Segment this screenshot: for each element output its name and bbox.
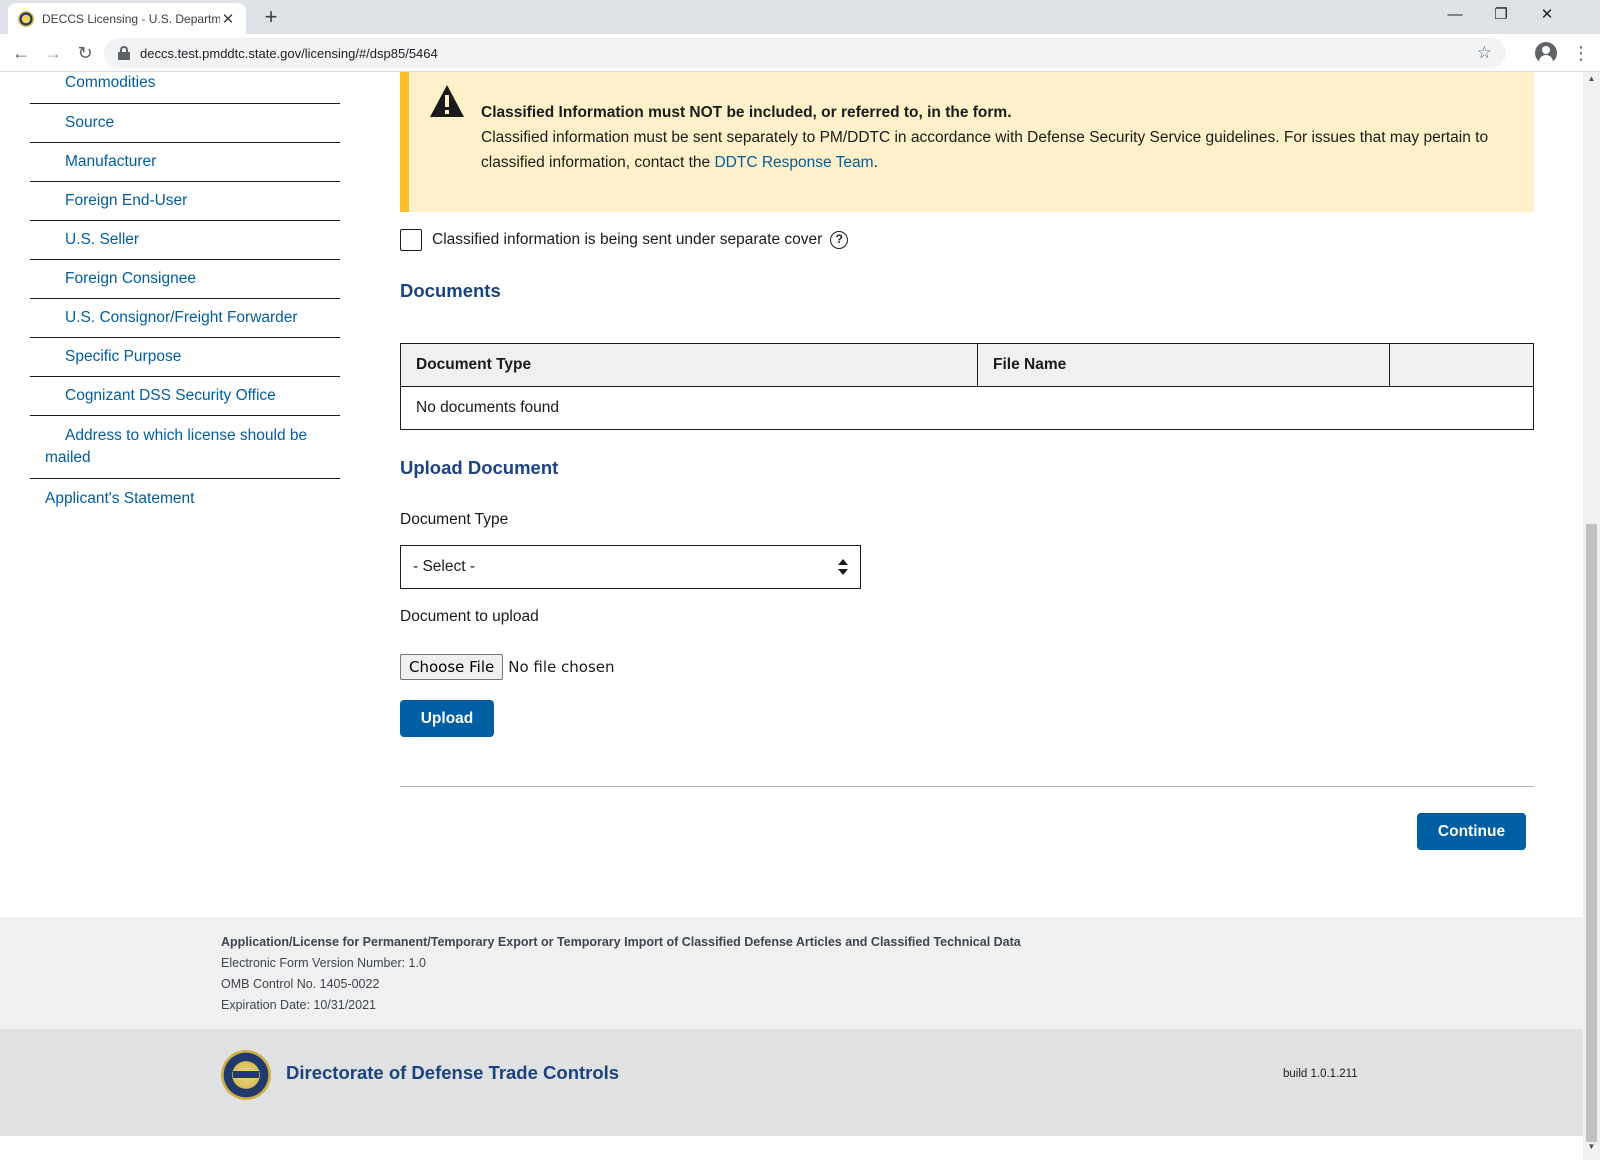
sidebar-item-commodities[interactable]: Commodities <box>30 72 340 104</box>
column-header-file-name: File Name <box>977 343 1390 387</box>
classified-cover-label[interactable]: Classified information is being sent und… <box>432 231 822 249</box>
sidebar-item-cognizant-dss[interactable]: Cognizant DSS Security Office <box>30 377 340 416</box>
document-type-select[interactable]: - Select - <box>400 545 861 589</box>
column-header-actions <box>1389 343 1534 387</box>
select-up-down-icon <box>838 559 848 575</box>
classified-warning-alert: Classified Information must NOT be inclu… <box>400 72 1534 212</box>
address-bar[interactable]: deccs.test.pmddtc.state.gov/licensing/#/… <box>104 38 1506 68</box>
sidebar-item-foreign-consignee[interactable]: Foreign Consignee <box>30 260 340 299</box>
page-scrollbar[interactable]: ▲ ▼ <box>1583 72 1600 1160</box>
table-header-row: Document Type File Name <box>400 343 1534 387</box>
classified-cover-checkbox[interactable] <box>400 229 422 251</box>
file-input[interactable]: Choose File No file chosen <box>400 654 615 680</box>
sidebar-item-us-consignor[interactable]: U.S. Consignor/Freight Forwarder <box>30 299 340 338</box>
sidebar-item-foreign-end-user[interactable]: Foreign End-User <box>30 182 340 221</box>
ddtc-response-team-link[interactable]: DDTC Response Team <box>714 154 873 171</box>
form-title: Application/License for Permanent/Tempor… <box>221 935 1021 949</box>
document-type-label: Document Type <box>400 511 509 528</box>
new-tab-button[interactable]: + <box>258 4 284 30</box>
ddtc-seal-logo <box>221 1050 271 1100</box>
form-info-text: Application/License for Permanent/Tempor… <box>221 932 1021 1016</box>
upload-button[interactable]: Upload <box>400 700 494 737</box>
alert-body-text: Classified information must be sent sepa… <box>481 129 1489 171</box>
reload-icon[interactable]: ↻ <box>72 40 98 66</box>
form-version: Electronic Form Version Number: 1.0 <box>221 956 426 970</box>
alert-message: Classified information must be sent sepa… <box>481 125 1521 175</box>
form-info-footer: Application/License for Permanent/Tempor… <box>0 917 1583 1029</box>
documents-heading: Documents <box>400 280 501 301</box>
url-text[interactable]: deccs.test.pmddtc.state.gov/licensing/#/… <box>140 46 1477 61</box>
window-restore-button[interactable]: ❐ <box>1478 0 1524 30</box>
sidebar-item-us-seller[interactable]: U.S. Seller <box>30 221 340 260</box>
bookmark-star-icon[interactable]: ☆ <box>1477 43 1492 63</box>
expiration-date: Expiration Date: 10/31/2021 <box>221 998 376 1012</box>
agency-name: Directorate of Defense Trade Controls <box>286 1062 620 1083</box>
scroll-up-arrow-icon[interactable]: ▲ <box>1583 74 1600 88</box>
alert-heading: Classified Information must NOT be inclu… <box>481 104 1012 121</box>
browser-toolbar: ← → ↻ deccs.test.pmddtc.state.gov/licens… <box>0 34 1600 72</box>
window-minimize-button[interactable]: — <box>1432 0 1478 30</box>
table-row: No documents found <box>400 386 1534 430</box>
classified-cover-row: Classified information is being sent und… <box>400 228 849 252</box>
continue-button[interactable]: Continue <box>1417 813 1526 850</box>
file-status-text: No file chosen <box>508 658 615 676</box>
window-close-button[interactable]: ✕ <box>1524 0 1570 30</box>
section-divider <box>400 786 1534 787</box>
help-icon[interactable]: ? <box>830 231 849 249</box>
scroll-down-arrow-icon[interactable]: ▼ <box>1583 1142 1600 1156</box>
choose-file-button[interactable]: Choose File <box>400 654 504 680</box>
sidebar-item-specific-purpose[interactable]: Specific Purpose <box>30 338 340 377</box>
omb-control-number: OMB Control No. 1405-0022 <box>221 977 380 991</box>
tab-close-icon[interactable]: ✕ <box>220 10 236 28</box>
tab-title: DECCS Licensing - U.S. Department <box>42 11 220 26</box>
seal-band <box>233 1070 259 1079</box>
agency-footer: Directorate of Defense Trade Controls bu… <box>0 1029 1583 1136</box>
ddtc-seal-favicon-icon <box>18 10 34 27</box>
sidebar-item-manufacturer[interactable]: Manufacturer <box>30 143 340 182</box>
browser-tab[interactable]: DECCS Licensing - U.S. Department ✕ <box>8 3 246 34</box>
browser-tab-strip: DECCS Licensing - U.S. Department ✕ + — … <box>0 0 1600 34</box>
empty-table-message: No documents found <box>400 386 1534 430</box>
back-arrow-icon[interactable]: ← <box>8 40 34 66</box>
document-type-selected-value: - Select - <box>413 558 476 575</box>
build-version: build 1.0.1.211 <box>1283 1068 1358 1080</box>
warning-triangle-icon <box>430 85 464 117</box>
profile-avatar-icon[interactable] <box>1535 42 1557 64</box>
sidebar-item-source[interactable]: Source <box>30 104 340 143</box>
browser-menu-icon[interactable]: ⋮ <box>1572 40 1590 66</box>
sidebar-item-mailing-address[interactable]: Address to which license should be maile… <box>30 416 340 479</box>
sidebar-item-applicants-statement[interactable]: Applicant's Statement <box>30 479 340 519</box>
scrollbar-thumb[interactable] <box>1586 524 1597 1142</box>
alert-text: Classified Information must NOT be inclu… <box>481 100 1521 175</box>
page-viewport: Commodities Source Manufacturer Foreign … <box>0 72 1583 1160</box>
side-navigation: Commodities Source Manufacturer Foreign … <box>30 72 340 519</box>
forward-arrow-icon[interactable]: → <box>40 40 66 66</box>
alert-tail: . <box>873 154 878 171</box>
documents-table: Document Type File Name No documents fou… <box>400 343 1534 430</box>
upload-document-heading: Upload Document <box>400 457 559 478</box>
document-to-upload-label: Document to upload <box>400 608 539 625</box>
column-header-document-type: Document Type <box>400 343 978 387</box>
lock-icon <box>118 46 130 60</box>
